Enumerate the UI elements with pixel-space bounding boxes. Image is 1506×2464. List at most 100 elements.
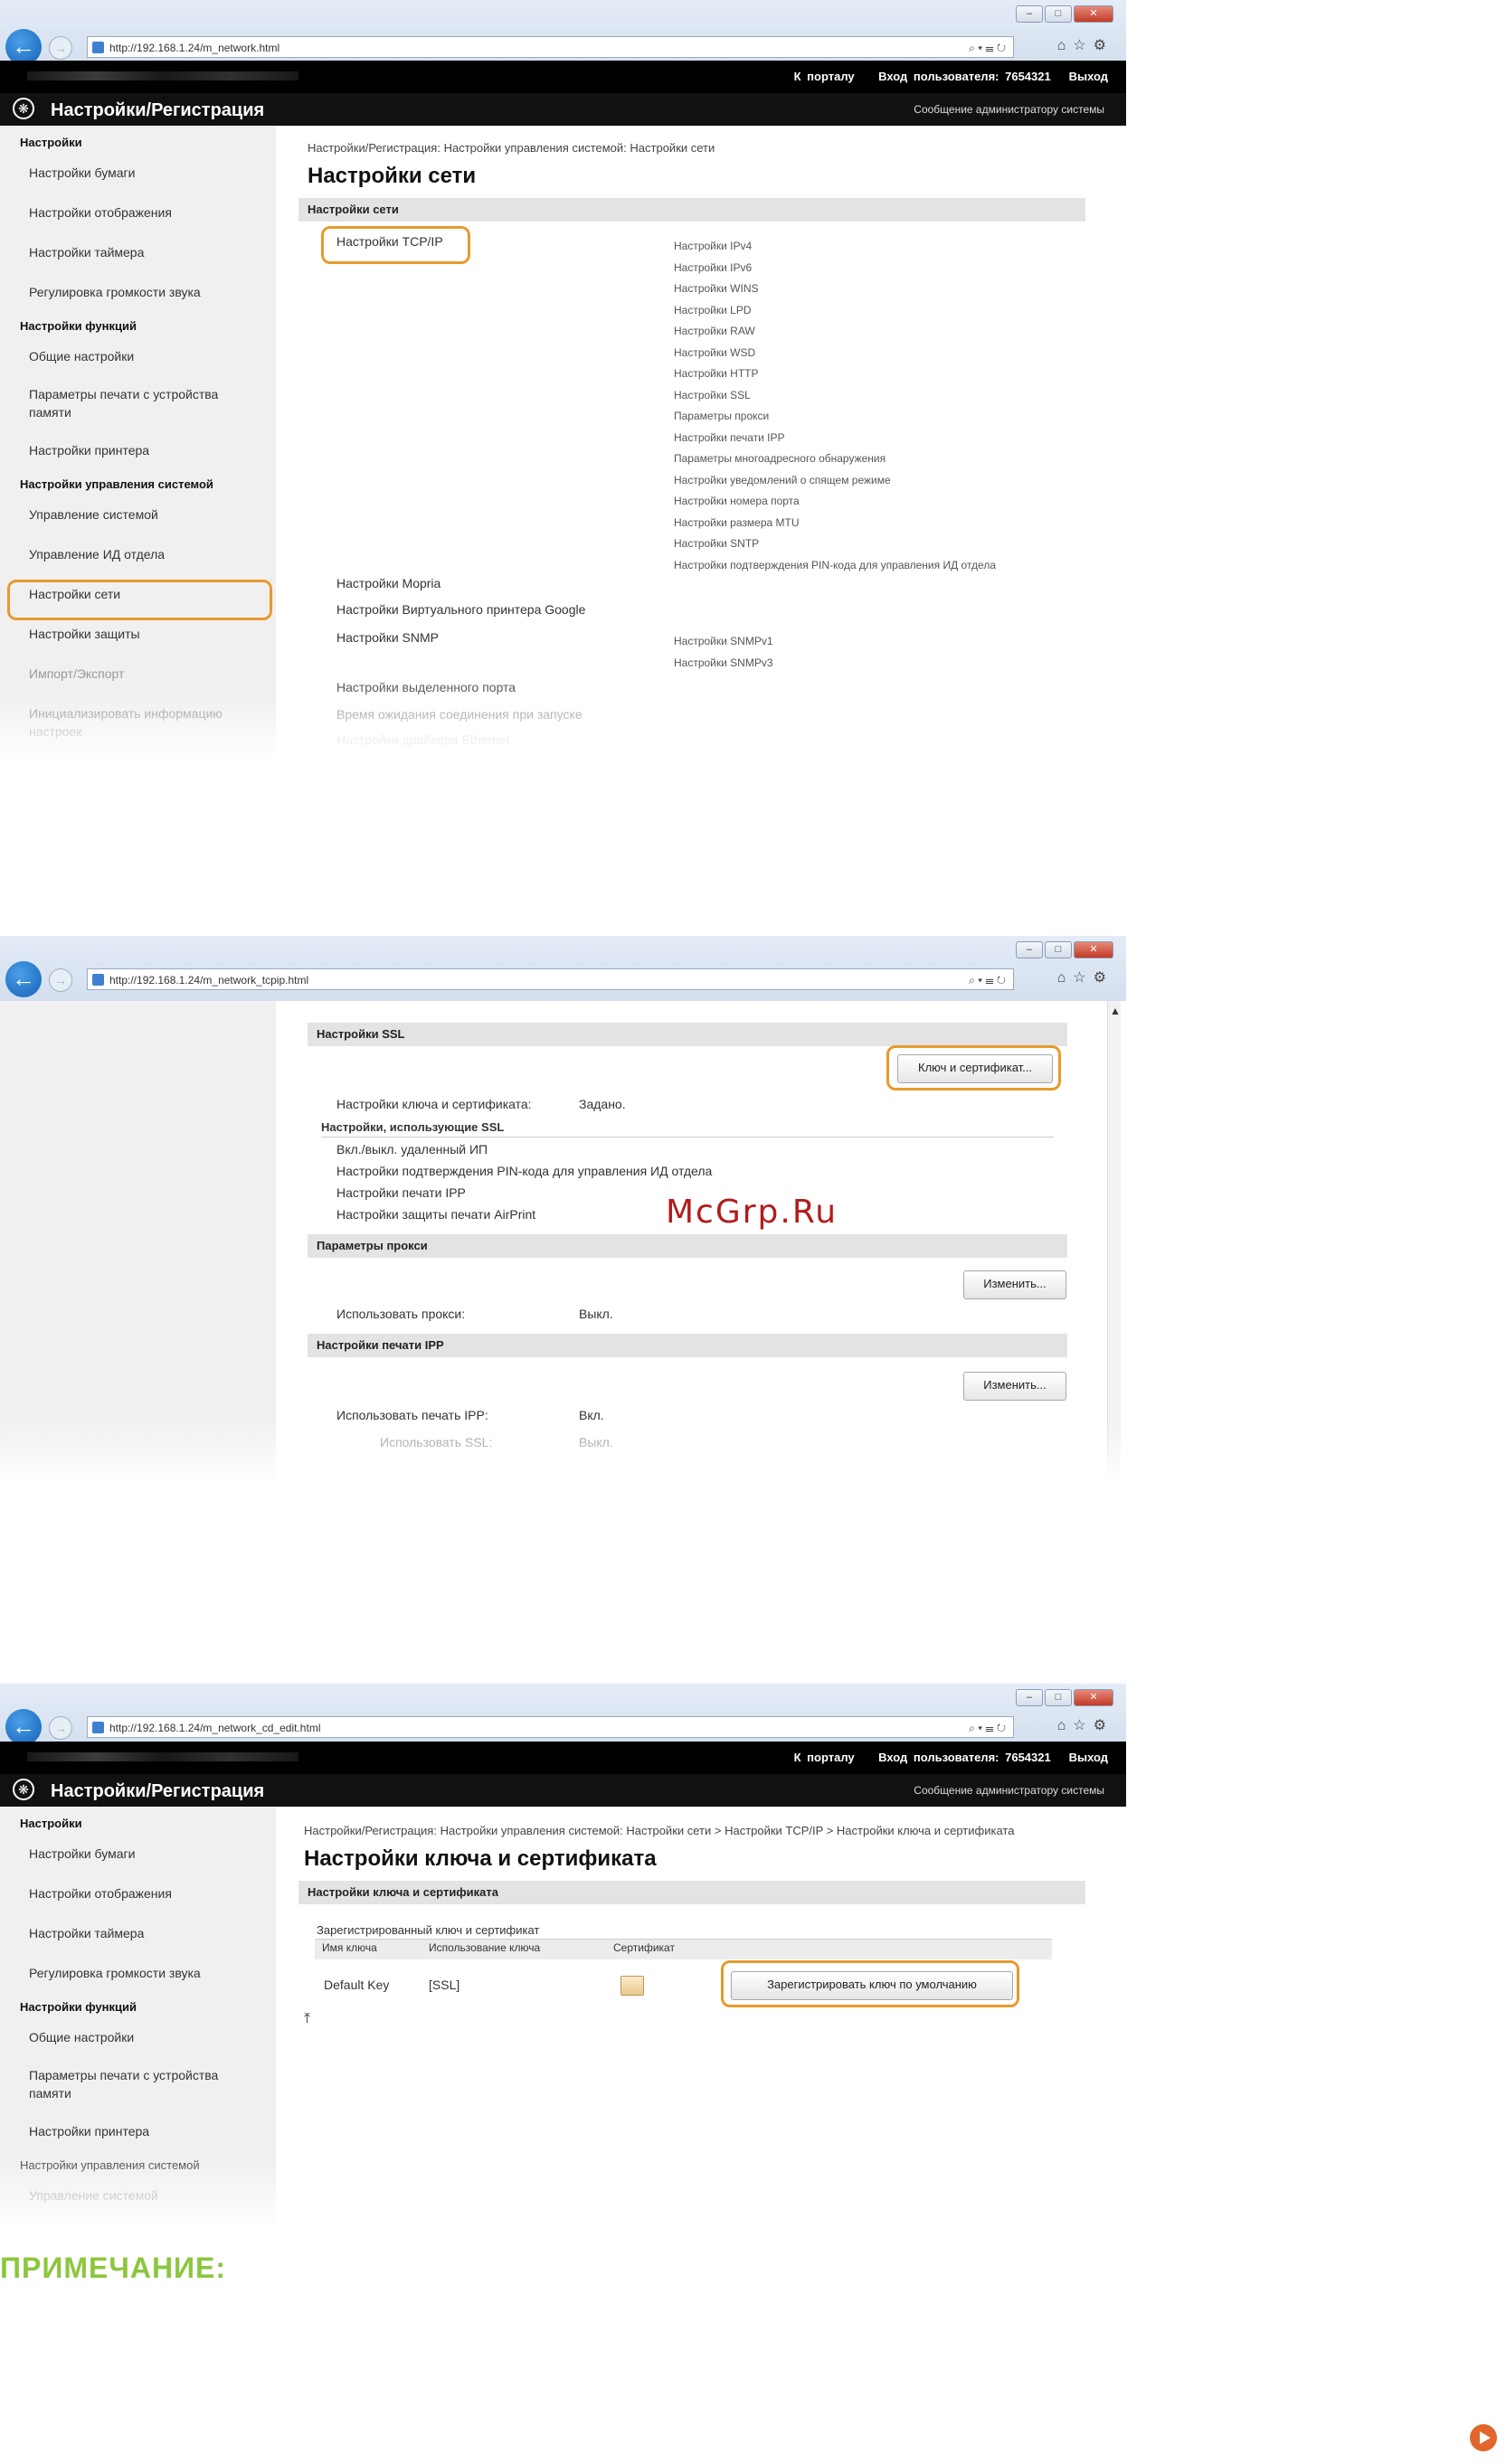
sub-lpd[interactable]: Настройки LPD xyxy=(674,300,996,322)
sidebar-item-paper[interactable]: Настройки бумаги xyxy=(0,153,276,193)
portal-link[interactable]: К порталу xyxy=(794,70,855,83)
link-wait-time[interactable]: Время ожидания соединения при запуске xyxy=(336,707,583,722)
screenshot-key-certificate: – □ ✕ ← → http://192.168.1.24/m_network_… xyxy=(0,1684,1126,2226)
to-top-icon[interactable]: ⤒ xyxy=(304,2011,310,2027)
close-button[interactable]: ✕ xyxy=(1074,5,1113,23)
sub-pin[interactable]: Настройки подтверждения PIN-кода для упр… xyxy=(674,555,996,577)
address-tools-icons[interactable]: ⌕ ▾ ☰ ↻ xyxy=(969,1717,1006,1739)
sidebar-item-initialize[interactable]: Инициализировать информацию настроек xyxy=(0,694,246,751)
home-star-gear-icons[interactable]: ⌂☆⚙ xyxy=(1057,1716,1113,1734)
sub-sntp[interactable]: Настройки SNTP xyxy=(674,533,996,555)
home-star-gear-icons[interactable]: ⌂☆⚙ xyxy=(1057,968,1113,987)
address-bar[interactable]: http://192.168.1.24/m_network_tcpip.html… xyxy=(87,968,1014,990)
forward-arrow-icon[interactable]: → xyxy=(49,968,72,992)
back-arrow-icon[interactable]: ← xyxy=(5,1709,42,1745)
main-content: Настройки/Регистрация: Настройки управле… xyxy=(298,1823,1126,1904)
sub-http[interactable]: Настройки HTTP xyxy=(674,363,996,385)
sidebar-item-import-export[interactable]: Импорт/Экспорт xyxy=(0,654,276,694)
portal-link[interactable]: К порталу xyxy=(794,1751,855,1764)
back-arrow-icon[interactable]: ← xyxy=(5,29,42,65)
sub-multicast[interactable]: Параметры многоадресного обнаружения xyxy=(674,448,996,470)
next-page-arrow-icon[interactable] xyxy=(1470,2424,1497,2451)
sidebar-item-display[interactable]: Настройки отображения xyxy=(0,193,276,232)
sidebar-item-printer[interactable]: Настройки принтера xyxy=(0,430,276,470)
highlight-key-button xyxy=(886,1045,1061,1090)
close-button[interactable]: ✕ xyxy=(1074,1689,1113,1706)
maximize-button[interactable]: □ xyxy=(1045,5,1072,23)
sub-ipv6[interactable]: Настройки IPv6 xyxy=(674,258,996,279)
sub-proxy[interactable]: Параметры прокси xyxy=(674,406,996,428)
sidebar-item-dept-id[interactable]: Управление ИД отдела xyxy=(0,534,276,574)
sidebar-item-paper[interactable]: Настройки бумаги xyxy=(0,1834,276,1874)
forward-arrow-icon[interactable]: → xyxy=(49,1716,72,1740)
minimize-button[interactable]: – xyxy=(1016,1689,1043,1706)
sub-snmpv3[interactable]: Настройки SNMPv3 xyxy=(674,653,773,675)
sidebar-item-memory-print[interactable]: Параметры печати с устройства памяти xyxy=(0,376,246,430)
home-star-gear-icons[interactable]: ⌂☆⚙ xyxy=(1057,36,1113,54)
sidebar-item-memory-print[interactable]: Параметры печати с устройства памяти xyxy=(0,2057,246,2111)
sidebar-item-printer[interactable]: Настройки принтера xyxy=(0,2111,276,2151)
screenshot-tcpip-settings: – □ ✕ ← → http://192.168.1.24/m_network_… xyxy=(0,936,1126,1483)
logout-link[interactable]: Выход xyxy=(1069,70,1108,83)
back-arrow-icon[interactable]: ← xyxy=(5,961,42,997)
link-snmp[interactable]: Настройки SNMP xyxy=(336,630,439,645)
certificate-icon[interactable] xyxy=(620,1976,644,1996)
browser-chrome: – □ ✕ ← → http://192.168.1.24/m_network.… xyxy=(0,0,1126,69)
col-key-use: Использование ключа xyxy=(429,1941,541,1954)
proxy-change-button[interactable]: Изменить... xyxy=(963,1270,1066,1299)
sidebar-item-volume[interactable]: Регулировка громкости звука xyxy=(0,1953,276,1993)
sub-sleep[interactable]: Настройки уведомлений о спящем режиме xyxy=(674,470,996,492)
sidebar-item-common[interactable]: Общие настройки xyxy=(0,336,276,376)
maximize-button[interactable]: □ xyxy=(1045,941,1072,958)
minimize-button[interactable]: – xyxy=(1016,941,1043,958)
sidebar-item-volume[interactable]: Регулировка громкости звука xyxy=(0,272,276,312)
col-key-name: Имя ключа xyxy=(322,1941,377,1954)
sub-wsd[interactable]: Настройки WSD xyxy=(674,343,996,364)
admin-message-link[interactable]: Сообщение администратору системы xyxy=(914,1784,1104,1797)
address-bar[interactable]: http://192.168.1.24/m_network_cd_edit.ht… xyxy=(87,1716,1014,1738)
user-id: 7654321 xyxy=(1005,1751,1051,1764)
sidebar-group-settings: Настройки xyxy=(20,1817,82,1830)
address-bar[interactable]: http://192.168.1.24/m_network.html ⌕ ▾ ☰… xyxy=(87,36,1014,58)
close-button[interactable]: ✕ xyxy=(1074,941,1113,958)
section-header: Настройки сети xyxy=(298,198,1085,222)
link-google[interactable]: Настройки Виртуального принтера Google xyxy=(336,602,585,617)
sub-ipp[interactable]: Настройки печати IPP xyxy=(674,428,996,449)
snmp-sublist: Настройки SNMPv1 Настройки SNMPv3 xyxy=(674,631,773,674)
ipp-change-button[interactable]: Изменить... xyxy=(963,1372,1066,1401)
blurred-device-name xyxy=(27,1752,298,1761)
sidebar-item-system[interactable]: Управление системой xyxy=(0,2176,276,2215)
highlight-network-sidebar xyxy=(7,580,272,620)
sub-ipv4[interactable]: Настройки IPv4 xyxy=(674,236,996,258)
sub-wins[interactable]: Настройки WINS xyxy=(674,278,996,300)
default-key-link[interactable]: Default Key xyxy=(324,1978,389,1992)
address-tools-icons[interactable]: ⌕ ▾ ☰ ↻ xyxy=(969,969,1006,991)
key-settings-label: Настройки ключа и сертификата: xyxy=(336,1097,532,1111)
page-favicon-icon xyxy=(92,42,104,53)
sidebar-item-system[interactable]: Управление системой xyxy=(0,495,276,534)
scrollbar[interactable]: ▲ xyxy=(1107,1001,1121,1483)
main-content: Настройки/Регистрация: Настройки управле… xyxy=(298,140,1126,222)
settings-gear-icon: ❋ xyxy=(13,1779,34,1800)
minimize-button[interactable]: – xyxy=(1016,5,1043,23)
sidebar-item-common[interactable]: Общие настройки xyxy=(0,2017,276,2057)
sidebar-item-timer[interactable]: Настройки таймера xyxy=(0,232,276,272)
logout-link[interactable]: Выход xyxy=(1069,1751,1108,1764)
key-table-header xyxy=(315,1939,1052,1959)
page-title: Настройки сети xyxy=(308,164,477,188)
maximize-button[interactable]: □ xyxy=(1045,1689,1072,1706)
scroll-up-icon[interactable]: ▲ xyxy=(1110,1005,1121,1017)
address-tools-icons[interactable]: ⌕ ▾ ☰ ↻ xyxy=(969,37,1006,59)
forward-arrow-icon[interactable]: → xyxy=(49,36,72,60)
sidebar-item-timer[interactable]: Настройки таймера xyxy=(0,1913,276,1953)
sub-snmpv1[interactable]: Настройки SNMPv1 xyxy=(674,631,773,653)
sub-ssl[interactable]: Настройки SSL xyxy=(674,385,996,407)
link-dedicated-port[interactable]: Настройки выделенного порта xyxy=(336,680,516,694)
link-mopria[interactable]: Настройки Mopria xyxy=(336,576,440,590)
sub-raw[interactable]: Настройки RAW xyxy=(674,321,996,343)
sidebar-item-display[interactable]: Настройки отображения xyxy=(0,1874,276,1913)
sub-port[interactable]: Настройки номера порта xyxy=(674,491,996,513)
admin-message-link[interactable]: Сообщение администратору системы xyxy=(914,103,1104,116)
link-ethernet[interactable]: Настройки драйвера Ethernet xyxy=(336,732,510,747)
sub-mtu[interactable]: Настройки размера MTU xyxy=(674,513,996,534)
